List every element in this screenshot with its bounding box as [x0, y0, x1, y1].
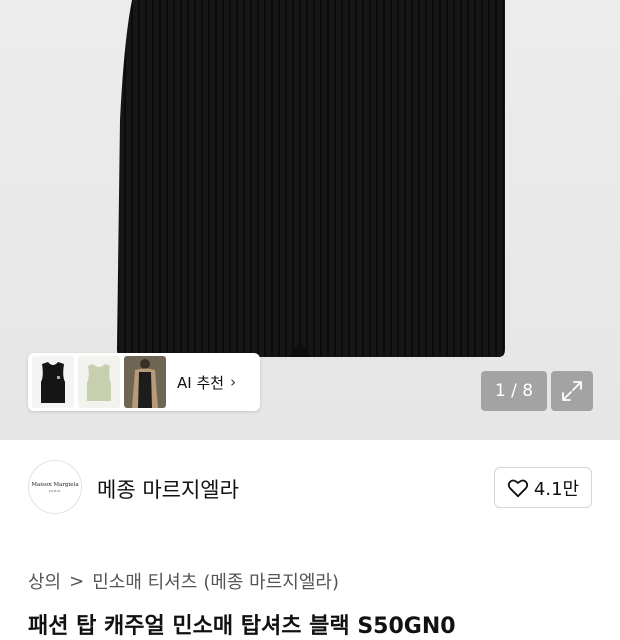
like-count: 4.1만 — [533, 478, 580, 500]
recommended-item-thumbnail[interactable] — [124, 356, 166, 408]
brand-logo[interactable]: Maison Margiela PARIS — [28, 460, 82, 514]
recommended-item-thumbnail[interactable] — [78, 356, 120, 408]
expand-icon — [562, 381, 582, 401]
ai-recommendation-card[interactable]: AI 추천 › — [28, 353, 260, 411]
breadcrumb-item-subcategory[interactable]: 민소매 티셔츠 — [92, 568, 197, 594]
like-button[interactable]: 4.1만 — [494, 467, 592, 508]
brand-row: Maison Margiela PARIS 메종 마르지엘라 4.1만 — [0, 460, 620, 516]
recommended-item-thumbnail[interactable] — [32, 356, 74, 408]
ai-recommendation-label: AI 추천 — [177, 373, 225, 392]
breadcrumb-item-brand[interactable]: (메종 마르지엘라) — [203, 568, 339, 594]
brand-name-link[interactable]: 메종 마르지엘라 — [97, 474, 239, 504]
chevron-right-icon: > — [69, 570, 85, 592]
image-counter: 1 / 8 — [481, 371, 547, 411]
breadcrumb-item-category[interactable]: 상의 — [28, 568, 61, 594]
product-title: 패션 탑 캐주얼 민소매 탑셔츠 블랙 S50GN0 — [28, 614, 456, 639]
expand-button[interactable] — [551, 371, 593, 411]
heart-icon — [507, 479, 529, 497]
ai-recommendation-link[interactable]: AI 추천 › — [177, 372, 236, 393]
breadcrumb: 상의 > 민소매 티셔츠 (메종 마르지엘라) — [28, 568, 339, 594]
chevron-right-icon: › — [230, 373, 237, 391]
product-image-gallery[interactable]: AI 추천 › 1 / 8 — [0, 0, 620, 440]
